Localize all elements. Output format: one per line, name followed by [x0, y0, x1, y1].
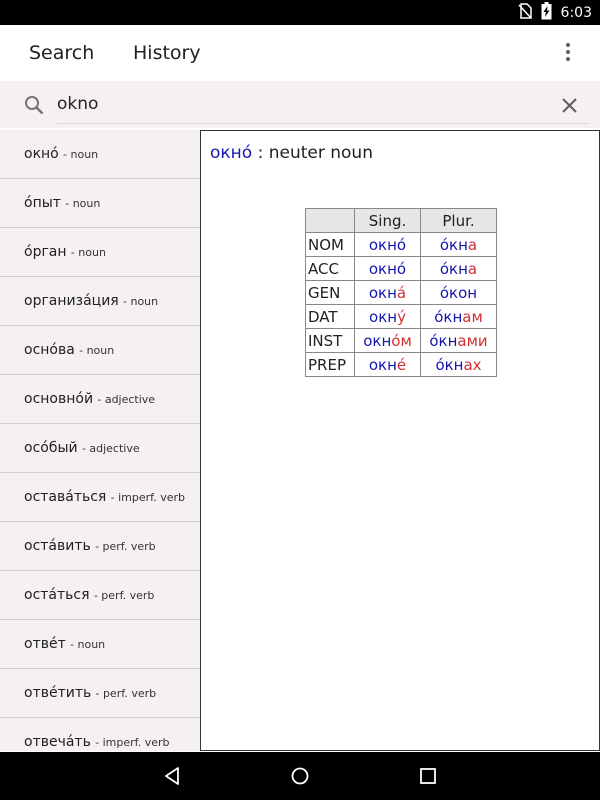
more-vert-icon[interactable] — [564, 42, 572, 62]
battery-charging-icon — [541, 1, 552, 24]
plural-form: о́кнами — [420, 328, 497, 353]
search-input[interactable] — [57, 91, 497, 117]
column-header-singular: Sing. — [354, 208, 421, 233]
results-list: окно́ - noun о́пыт - noun о́рган - noun … — [0, 130, 200, 751]
nav-home-icon[interactable] — [290, 766, 310, 786]
list-item-word: остава́ться — [24, 488, 107, 505]
list-item[interactable]: основно́й - adjective — [0, 375, 200, 424]
detail-title: окно́ : neuter noun — [210, 143, 373, 163]
app-bar: Search History — [0, 25, 600, 81]
list-item-pos: - perf. verb — [95, 539, 156, 553]
search-bar — [0, 81, 600, 128]
list-item[interactable]: организа́ция - noun — [0, 277, 200, 326]
list-item-word: оста́ться — [24, 586, 90, 603]
singular-form: окне́ — [354, 352, 421, 377]
list-item[interactable]: окно́ - noun — [0, 130, 200, 179]
tab-search[interactable]: Search — [29, 42, 94, 64]
list-item[interactable]: осно́ва - noun — [0, 326, 200, 375]
table-row: ACC окно́ о́кна — [305, 256, 497, 281]
status-time: 6:03 — [560, 4, 592, 21]
table-row: DAT окну́ о́кнам — [305, 304, 497, 329]
tab-history[interactable]: History — [133, 42, 201, 64]
list-item-pos: - adjective — [81, 441, 140, 455]
list-item[interactable]: отве́т - noun — [0, 620, 200, 669]
table-row: PREP окне́ о́кнах — [305, 352, 497, 377]
plural-form: о́кнам — [420, 304, 497, 329]
gender-pos: neuter noun — [268, 143, 373, 163]
singular-form: окну́ — [354, 304, 421, 329]
list-item-word: о́рган — [24, 243, 67, 260]
navigation-bar — [0, 752, 600, 800]
singular-form: окно́ — [354, 232, 421, 257]
status-icons: 6:03 — [517, 1, 592, 24]
list-item-pos: - noun — [123, 294, 159, 308]
search-underline — [57, 123, 589, 124]
close-icon[interactable] — [562, 98, 577, 117]
list-item-word: окно́ — [24, 145, 59, 162]
list-item-word: осно́ва — [24, 341, 75, 358]
nav-recents-icon[interactable] — [418, 766, 438, 786]
plural-form: о́кон — [420, 280, 497, 305]
plural-form: о́кнах — [420, 352, 497, 377]
list-item-pos: - noun — [65, 196, 101, 210]
list-item-word: отве́тить — [24, 684, 92, 701]
list-item-pos: - perf. verb — [93, 588, 155, 602]
case-label: DAT — [305, 304, 355, 329]
list-item-word: осо́бый — [24, 439, 78, 456]
list-item-pos: - perf. verb — [95, 686, 157, 700]
list-item[interactable]: оста́вить - perf. verb — [0, 522, 200, 571]
plural-form: о́кна — [420, 232, 497, 257]
singular-form: окно́м — [354, 328, 421, 353]
list-item[interactable]: о́пыт - noun — [0, 179, 200, 228]
nav-back-icon[interactable] — [162, 766, 182, 786]
case-label: PREP — [305, 352, 355, 377]
singular-form: окна́ — [354, 280, 421, 305]
search-icon — [24, 95, 44, 119]
list-item-pos: - noun — [63, 147, 99, 161]
list-item-pos: - imperf. verb — [95, 735, 170, 749]
status-bar: 6:03 — [0, 0, 600, 25]
list-item-word: оста́вить — [24, 537, 91, 554]
case-label: NOM — [305, 232, 355, 257]
headword: окно́ — [210, 143, 253, 163]
title-separator: : — [252, 143, 269, 163]
list-item-word: основно́й — [24, 390, 94, 407]
singular-form: окно́ — [354, 256, 421, 281]
case-label: ACC — [305, 256, 355, 281]
list-item[interactable]: о́рган - noun — [0, 228, 200, 277]
no-sim-icon — [517, 2, 532, 23]
list-item[interactable]: отве́тить - perf. verb — [0, 669, 200, 718]
table-row: GEN окна́ о́кон — [305, 280, 497, 305]
detail-panel: окно́ : neuter noun Sing. Plur. NOM окно… — [200, 130, 600, 751]
list-item-word: отвеча́ть — [24, 733, 91, 750]
list-item-pos: - imperf. verb — [110, 490, 186, 504]
table-corner — [305, 208, 355, 233]
case-label: GEN — [305, 280, 355, 305]
case-label: INST — [305, 328, 355, 353]
list-item-pos: - noun — [70, 637, 106, 651]
list-item-pos: - adjective — [97, 392, 156, 406]
list-item-word: отве́т — [24, 635, 66, 652]
table-row: NOM окно́ о́кна — [305, 232, 497, 257]
list-item[interactable]: оста́ться - perf. verb — [0, 571, 200, 620]
table-row: INST окно́м о́кнами — [305, 328, 497, 353]
list-item-word: о́пыт — [24, 194, 61, 211]
list-item[interactable]: осо́бый - adjective — [0, 424, 200, 473]
table-header-row: Sing. Plur. — [305, 208, 497, 233]
column-header-plural: Plur. — [420, 208, 497, 233]
list-item-pos: - noun — [79, 343, 115, 357]
plural-form: о́кна — [420, 256, 497, 281]
list-item-word: организа́ция — [24, 292, 119, 309]
list-item-pos: - noun — [70, 245, 106, 259]
list-item[interactable]: остава́ться - imperf. verb — [0, 473, 200, 522]
list-item[interactable]: отвеча́ть - imperf. verb — [0, 718, 200, 751]
declension-table: Sing. Plur. NOM окно́ о́кна ACC окно́ о́… — [305, 208, 497, 377]
